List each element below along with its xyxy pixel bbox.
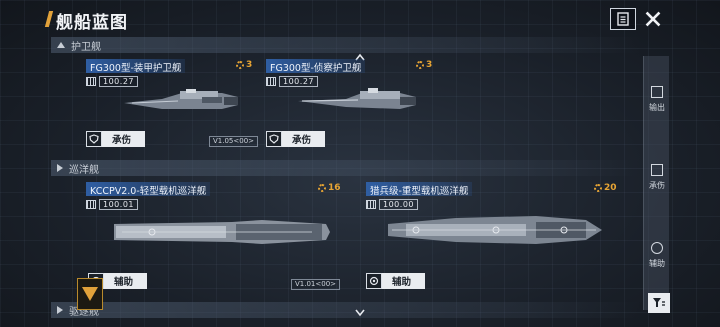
ship-version: V1.01<00> — [291, 279, 341, 290]
stat-icon — [266, 77, 276, 86]
section-frigate[interactable]: 护卫舰 — [51, 37, 641, 53]
ship-cost: 20 — [594, 183, 617, 193]
section-cruiser-label: 巡洋舰 — [69, 164, 99, 176]
filter-support[interactable]: 辅助 — [644, 242, 670, 269]
ship-name: FG300型-装甲护卫舰 — [86, 59, 186, 74]
stat-icon — [86, 77, 96, 86]
ship-card[interactable]: 猎兵级-重型载机巡洋舰 20 100.00 辅助 — [366, 182, 617, 292]
close-icon — [645, 11, 661, 27]
shield-icon — [266, 131, 282, 147]
role-tag: 承伤 — [86, 131, 146, 147]
filter-output[interactable]: 输出 — [644, 86, 670, 113]
filter-icon — [653, 298, 665, 307]
stat-icon — [86, 200, 96, 209]
role-filter-rail: 输出 承伤 辅助 — [643, 56, 669, 310]
output-icon — [651, 86, 663, 98]
cost-gear-icon — [236, 61, 244, 69]
ship-model-image — [388, 216, 602, 244]
filter-tank[interactable]: 承伤 — [644, 164, 670, 191]
ship-stat: 100.01 — [86, 199, 138, 210]
top-bar: 舰船蓝图 — [0, 0, 720, 36]
cost-gear-icon — [594, 184, 602, 192]
role-tag: 承伤 — [266, 131, 326, 147]
expand-right-icon — [57, 306, 63, 314]
ship-card[interactable]: KCCPV2.0-轻型载机巡洋舰 16 100.01 辅助 V1.01<00> — [86, 182, 341, 292]
tank-icon — [651, 164, 663, 176]
ship-cost: 16 — [318, 183, 341, 193]
ship-model-image — [298, 88, 416, 109]
support-icon — [651, 242, 663, 254]
section-destroyer[interactable]: 驱逐舰 — [51, 302, 641, 318]
title-accent — [44, 11, 54, 27]
cost-gear-icon — [416, 61, 424, 69]
section-frigate-label: 护卫舰 — [71, 41, 101, 53]
section-cruiser[interactable]: 巡洋舰 — [51, 160, 641, 176]
ship-cost: 3 — [416, 60, 432, 70]
avatar[interactable] — [77, 278, 103, 310]
ship-card[interactable]: FG300型-侦察护卫舰 3 100.27 承伤 — [266, 59, 436, 149]
list-icon — [617, 12, 629, 26]
ship-name: KCCPV2.0-轻型载机巡洋舰 — [86, 182, 211, 197]
close-button[interactable] — [636, 8, 670, 30]
ship-model-image — [114, 220, 330, 244]
ship-model-image — [124, 89, 238, 109]
expand-right-icon — [57, 164, 63, 172]
filter-button[interactable] — [648, 293, 670, 313]
ship-name: 猎兵级-重型载机巡洋舰 — [366, 182, 473, 197]
ship-cost: 3 — [236, 60, 252, 70]
scroll-down-icon[interactable] — [355, 309, 365, 317]
role-tag: 辅助 — [366, 273, 426, 289]
stat-icon — [366, 200, 376, 209]
ship-version: V1.05<00> — [209, 136, 259, 147]
list-button[interactable] — [610, 8, 636, 30]
cost-gear-icon — [318, 184, 326, 192]
page-title: 舰船蓝图 — [56, 13, 128, 33]
shield-icon — [86, 131, 102, 147]
ship-name: FG300型-侦察护卫舰 — [266, 59, 366, 74]
collapse-up-icon — [57, 42, 65, 48]
ship-card[interactable]: FG300型-装甲护卫舰 3 100.27 承伤 V1.05<00> — [86, 59, 259, 149]
ship-stat: 100.00 — [366, 199, 418, 210]
support-icon — [366, 273, 382, 289]
